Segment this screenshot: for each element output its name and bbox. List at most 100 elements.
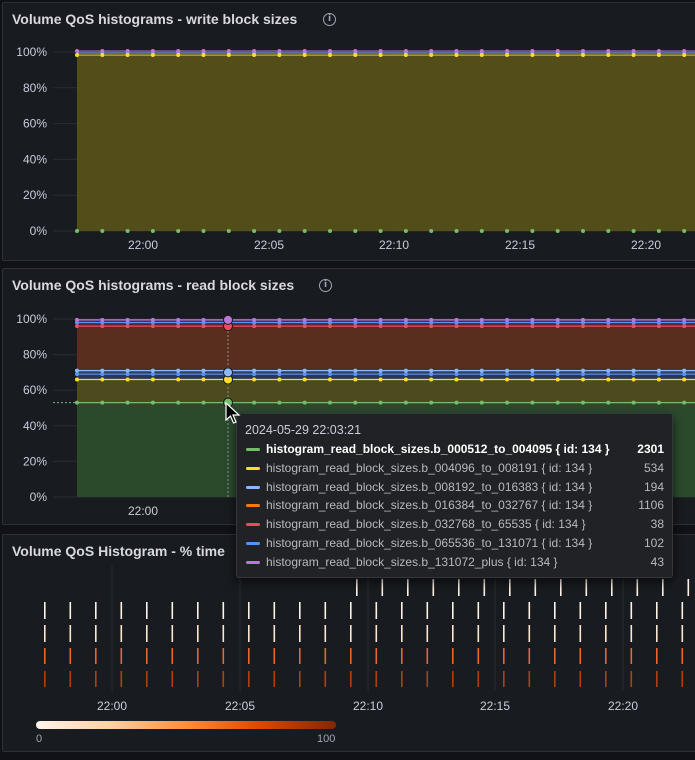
y-tick-label: 60% [23, 117, 47, 131]
y-tick-label: 60% [23, 383, 47, 397]
data-point [201, 368, 206, 373]
x-tick-label: 22:00 [128, 504, 158, 518]
data-point [150, 372, 155, 377]
data-point [328, 53, 332, 57]
data-point [555, 324, 560, 329]
y-tick-label: 0% [30, 224, 48, 238]
data-point [479, 400, 484, 405]
data-point [252, 317, 257, 322]
data-point [302, 49, 307, 53]
info-icon[interactable]: i [319, 279, 332, 292]
data-point [530, 372, 535, 377]
heatmap-cell [407, 579, 409, 596]
data-point [454, 49, 459, 53]
data-point [201, 324, 206, 329]
mouse-cursor-icon [225, 402, 241, 424]
data-point [479, 368, 484, 373]
series-label: histogram_read_block_sizes.b_065536_to_1… [266, 536, 593, 550]
heatmap-cell [350, 602, 352, 619]
heatmap-cell [95, 602, 97, 619]
data-point [631, 368, 636, 373]
heatmap-cell [44, 625, 46, 642]
data-point [505, 53, 510, 57]
heatmap-cell [509, 579, 511, 596]
heatmap-cell [222, 648, 225, 664]
data-point [328, 377, 332, 382]
data-point [252, 324, 257, 329]
x-tick-label: 22:10 [353, 699, 383, 713]
data-point [403, 324, 408, 329]
heatmap-cell [299, 648, 301, 664]
data-point [150, 377, 155, 382]
heatmap-cell [605, 625, 607, 642]
x-tick-label: 22:10 [379, 238, 409, 252]
data-point [125, 324, 130, 329]
heatmap-cell [656, 671, 658, 687]
heatmap-cell [95, 625, 97, 642]
data-point [555, 377, 560, 382]
data-point [353, 400, 358, 405]
heatmap-cell [681, 648, 684, 664]
series-value: 102 [643, 536, 664, 550]
data-point [75, 377, 79, 382]
data-point [581, 317, 585, 322]
series-label: histogram_read_block_sizes.b_016384_to_0… [266, 498, 593, 513]
data-point [100, 229, 105, 233]
data-point [631, 49, 636, 53]
heatmap-cell [528, 671, 531, 687]
data-point [555, 368, 560, 373]
hover-point [223, 367, 233, 378]
data-point [302, 53, 307, 57]
data-point [100, 400, 105, 405]
heatmap-cell [197, 671, 199, 687]
data-point [403, 368, 408, 373]
data-point [656, 229, 661, 233]
data-point [479, 53, 484, 57]
heatmap-cell [299, 602, 301, 619]
heatmap-cell [273, 602, 276, 619]
data-point [606, 324, 611, 329]
heatmap-cell [528, 648, 531, 664]
data-point [277, 324, 282, 329]
heatmap-cell [171, 648, 174, 664]
heatmap-cell [44, 671, 46, 687]
heatmap-cell [171, 625, 174, 642]
data-point [100, 324, 105, 329]
data-point [277, 377, 282, 382]
data-point [328, 229, 332, 233]
data-point [631, 229, 636, 233]
data-point [100, 368, 105, 373]
heatmap-cell [222, 671, 225, 687]
series-color-swatch [246, 448, 260, 451]
series-label: histogram_read_block_sizes.b_131072_plus… [266, 554, 558, 569]
write-histogram-chart[interactable]: 100% 80% 60% 40% 20% 0% 22:00 22:05 22:10 22:15 22… [2, 2, 695, 260]
data-point [682, 368, 687, 373]
data-point [429, 324, 434, 329]
data-point [581, 400, 585, 405]
panel-title: Volume QoS Histogram - % time [12, 543, 225, 559]
data-point [378, 377, 383, 382]
heatmap-cell [401, 671, 403, 687]
data-point [403, 229, 408, 233]
heatmap-cell [324, 671, 327, 687]
data-point [176, 317, 181, 322]
data-point [125, 377, 130, 382]
heatmap-cell [69, 648, 72, 664]
data-point [176, 400, 181, 405]
heatmap-cell [248, 648, 250, 664]
heatmap-cell [146, 671, 148, 687]
data-point [530, 377, 535, 382]
data-point [252, 377, 257, 382]
data-point [479, 324, 484, 329]
heatmap-cell [95, 648, 97, 664]
data-point [555, 53, 560, 57]
heatmap-cell [324, 625, 327, 642]
heatmap-cell [579, 671, 582, 687]
data-point [277, 53, 282, 57]
data-point [150, 368, 155, 373]
data-point [150, 317, 155, 322]
heatmap-cell [69, 625, 72, 642]
data-point [631, 400, 636, 405]
data-point [656, 324, 661, 329]
x-tick-label: 22:15 [505, 238, 535, 252]
